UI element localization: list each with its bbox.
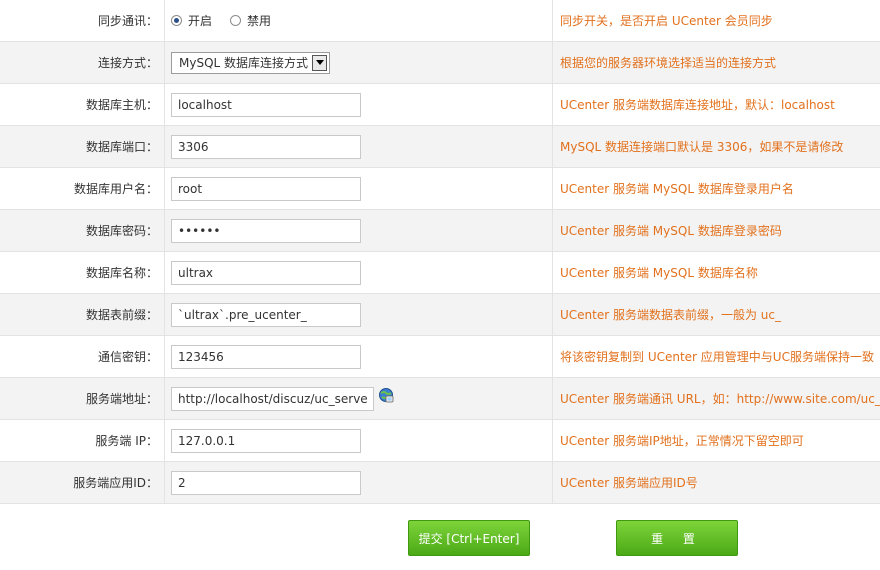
row-db-name: 数据库名称： UCenter 服务端 MySQL 数据库名称 xyxy=(0,252,880,294)
sync-on-label[interactable]: 开启 xyxy=(188,12,212,29)
settings-form: 同步通讯： 开启 禁用 同步开关，是否开启 UCenter 会员同步 连接方式： xyxy=(0,0,880,560)
row-tip: MySQL 数据连接端口默认是 3306，如果不是请修改 xyxy=(553,126,880,168)
row-label: 数据库端口： xyxy=(0,126,165,168)
row-tip: UCenter 服务端数据表前缀，一般为 uc_ xyxy=(553,294,880,336)
row-label: 数据库名称： xyxy=(0,252,165,294)
sync-off-label[interactable]: 禁用 xyxy=(247,12,271,29)
sync-off-radio[interactable] xyxy=(230,15,241,26)
app-id-input[interactable] xyxy=(171,471,361,495)
row-tip: UCenter 服务端 MySQL 数据库登录用户名 xyxy=(553,168,880,210)
row-tip: UCenter 服务端通讯 URL，如：http://www.site.com/… xyxy=(553,378,880,420)
row-label: 服务端地址： xyxy=(0,378,165,420)
row-connection: 连接方式： MySQL 数据库连接方式 根据您的服务器环境选择适当的连接方式 xyxy=(0,42,880,84)
row-tip: 同步开关，是否开启 UCenter 会员同步 xyxy=(553,0,880,42)
row-label: 服务端应用ID： xyxy=(0,462,165,504)
row-tip: UCenter 服务端IP地址，正常情况下留空即可 xyxy=(553,420,880,462)
row-tip: 将该密钥复制到 UCenter 应用管理中与UC服务端保持一致 xyxy=(553,336,880,378)
submit-button[interactable]: 提交 [Ctrl+Enter] xyxy=(408,520,530,556)
row-tip: UCenter 服务端应用ID号 xyxy=(553,462,880,504)
form-footer: 提交 [Ctrl+Enter] 重 置 xyxy=(0,504,880,570)
db-host-input[interactable] xyxy=(171,93,361,117)
row-db-host: 数据库主机： UCenter 服务端数据库连接地址，默认：localhost xyxy=(0,84,880,126)
row-server-ip: 服务端 IP： UCenter 服务端IP地址，正常情况下留空即可 xyxy=(0,420,880,462)
row-label: 同步通讯： xyxy=(0,0,165,42)
reset-button[interactable]: 重 置 xyxy=(616,520,738,556)
connection-select-value: MySQL 数据库连接方式 xyxy=(179,54,308,71)
row-db-user: 数据库用户名： UCenter 服务端 MySQL 数据库登录用户名 xyxy=(0,168,880,210)
globe-icon[interactable] xyxy=(378,387,394,403)
row-tip: 根据您的服务器环境选择适当的连接方式 xyxy=(553,42,880,84)
row-label: 连接方式： xyxy=(0,42,165,84)
row-label: 数据库用户名： xyxy=(0,168,165,210)
row-server-url: 服务端地址： UCenter 服务端通讯 URL，如：http://www. xyxy=(0,378,880,420)
sync-radio-group: 开启 禁用 xyxy=(171,12,552,29)
chevron-down-icon[interactable] xyxy=(312,55,327,71)
db-password-input[interactable] xyxy=(171,219,361,243)
row-db-port: 数据库端口： MySQL 数据连接端口默认是 3306，如果不是请修改 xyxy=(0,126,880,168)
row-db-password: 数据库密码： UCenter 服务端 MySQL 数据库登录密码 xyxy=(0,210,880,252)
db-port-input[interactable] xyxy=(171,135,361,159)
row-app-id: 服务端应用ID： UCenter 服务端应用ID号 xyxy=(0,462,880,504)
auth-key-input[interactable] xyxy=(171,345,361,369)
connection-select[interactable]: MySQL 数据库连接方式 xyxy=(171,52,330,74)
server-ip-input[interactable] xyxy=(171,429,361,453)
row-label: 数据库密码： xyxy=(0,210,165,252)
server-url-input[interactable] xyxy=(171,387,374,411)
sync-on-radio[interactable] xyxy=(171,15,182,26)
db-name-input[interactable] xyxy=(171,261,361,285)
row-label: 数据表前缀： xyxy=(0,294,165,336)
row-table-prefix: 数据表前缀： UCenter 服务端数据表前缀，一般为 uc_ xyxy=(0,294,880,336)
table-prefix-input[interactable] xyxy=(171,303,361,327)
row-tip: UCenter 服务端数据库连接地址，默认：localhost xyxy=(553,84,880,126)
row-sync: 同步通讯： 开启 禁用 同步开关，是否开启 UCenter 会员同步 xyxy=(0,0,880,42)
settings-table: 同步通讯： 开启 禁用 同步开关，是否开启 UCenter 会员同步 连接方式： xyxy=(0,0,880,504)
row-label: 服务端 IP： xyxy=(0,420,165,462)
row-tip: UCenter 服务端 MySQL 数据库名称 xyxy=(553,252,880,294)
db-user-input[interactable] xyxy=(171,177,361,201)
row-label: 数据库主机： xyxy=(0,84,165,126)
row-tip: UCenter 服务端 MySQL 数据库登录密码 xyxy=(553,210,880,252)
row-label: 通信密钥： xyxy=(0,336,165,378)
row-auth-key: 通信密钥： 将该密钥复制到 UCenter 应用管理中与UC服务端保持一致 xyxy=(0,336,880,378)
